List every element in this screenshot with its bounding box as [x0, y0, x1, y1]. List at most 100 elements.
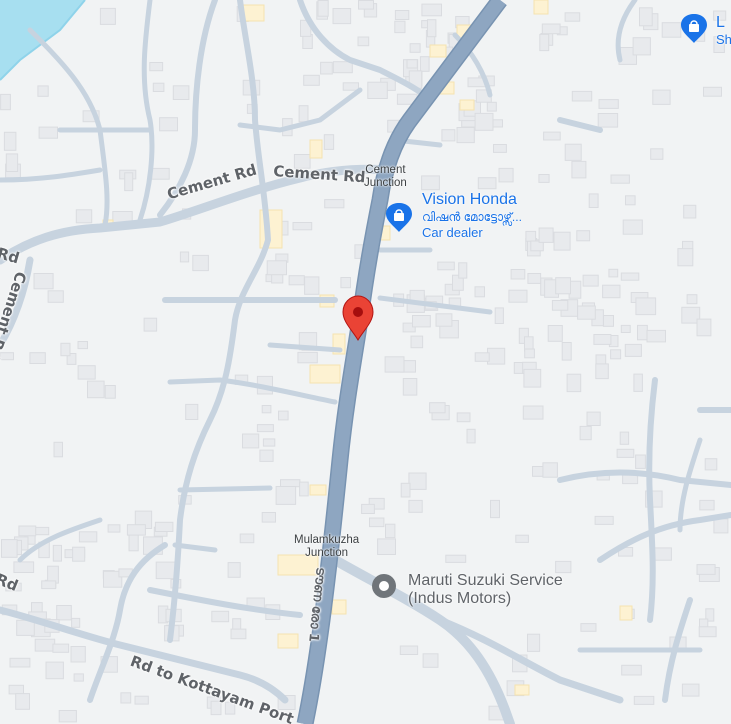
building [632, 37, 651, 56]
building [619, 431, 630, 445]
building [107, 524, 121, 533]
building [422, 653, 439, 668]
building [456, 412, 471, 423]
building [367, 81, 388, 99]
building [677, 248, 694, 267]
building [522, 405, 544, 420]
building [124, 172, 134, 192]
building [33, 273, 54, 290]
building [561, 342, 572, 361]
building [610, 174, 630, 184]
building [16, 619, 35, 636]
building [172, 85, 190, 101]
building [487, 347, 506, 365]
building [87, 380, 105, 399]
map-view[interactable]: Cement Rd Cement Rd Rd Cement Rd Rd Rd t… [0, 0, 731, 724]
poi-top-right[interactable]: L Sh [716, 14, 731, 48]
building [361, 503, 375, 514]
building [477, 177, 497, 190]
building [394, 20, 406, 34]
building [713, 518, 729, 534]
building [564, 143, 582, 161]
building [608, 268, 619, 278]
building [474, 352, 490, 362]
building [408, 499, 423, 513]
building [408, 472, 427, 490]
building [261, 512, 277, 523]
building [577, 305, 596, 320]
building [227, 562, 241, 578]
building [56, 605, 72, 621]
building [494, 307, 504, 324]
building [419, 56, 430, 72]
building [652, 89, 671, 105]
building [616, 448, 635, 458]
building [541, 23, 561, 35]
building [134, 695, 149, 705]
building [493, 144, 507, 153]
building [686, 294, 698, 305]
building [406, 59, 418, 69]
building [77, 341, 88, 350]
building [571, 90, 593, 102]
building [466, 428, 476, 444]
building [427, 19, 437, 38]
building [486, 101, 497, 112]
location-pin-icon[interactable] [342, 295, 374, 341]
building [515, 534, 529, 543]
building [527, 273, 542, 284]
building [317, 0, 329, 17]
building [60, 342, 71, 357]
map-canvas[interactable] [0, 0, 731, 724]
building [288, 275, 305, 286]
building [384, 356, 405, 373]
building [437, 261, 455, 271]
building [385, 523, 396, 539]
building [400, 482, 411, 498]
building [474, 286, 485, 298]
building [441, 129, 456, 142]
building [633, 373, 643, 392]
building [9, 657, 31, 668]
poi-sub: Sh [716, 32, 731, 47]
building [542, 462, 558, 478]
building [543, 131, 561, 141]
building [155, 561, 177, 580]
building [683, 204, 697, 219]
building [564, 12, 581, 22]
building [394, 10, 410, 20]
building [624, 343, 642, 357]
building [324, 199, 345, 209]
building [128, 533, 139, 552]
building [78, 531, 98, 543]
building [159, 117, 179, 132]
building [41, 580, 57, 590]
building [1, 539, 18, 558]
poi-maruti-suzuki[interactable]: Maruti Suzuki Service (Indus Motors) [408, 572, 563, 608]
building [445, 554, 467, 563]
building [633, 695, 655, 705]
building [524, 348, 535, 359]
building [47, 290, 64, 303]
building [304, 276, 320, 295]
building [332, 61, 353, 74]
poi-name: Vision Honda [422, 191, 517, 208]
building [297, 351, 318, 364]
building [259, 449, 274, 462]
building [622, 219, 643, 235]
building [421, 175, 440, 191]
building [230, 628, 247, 640]
poi-vision-honda[interactable]: Vision Honda വിഷൻ മോട്ടോഴ്സ്... Car deal… [422, 191, 522, 241]
building [620, 324, 631, 333]
building [580, 623, 597, 632]
building [523, 368, 542, 388]
service-dot-icon[interactable] [372, 574, 396, 598]
building [77, 365, 96, 380]
building [369, 517, 385, 528]
building [70, 646, 86, 663]
building [38, 126, 58, 139]
junction-label-mulamkuzha: Mulamkuzha Junction [294, 534, 360, 559]
building [210, 700, 222, 716]
building [597, 113, 619, 128]
building [211, 610, 230, 623]
